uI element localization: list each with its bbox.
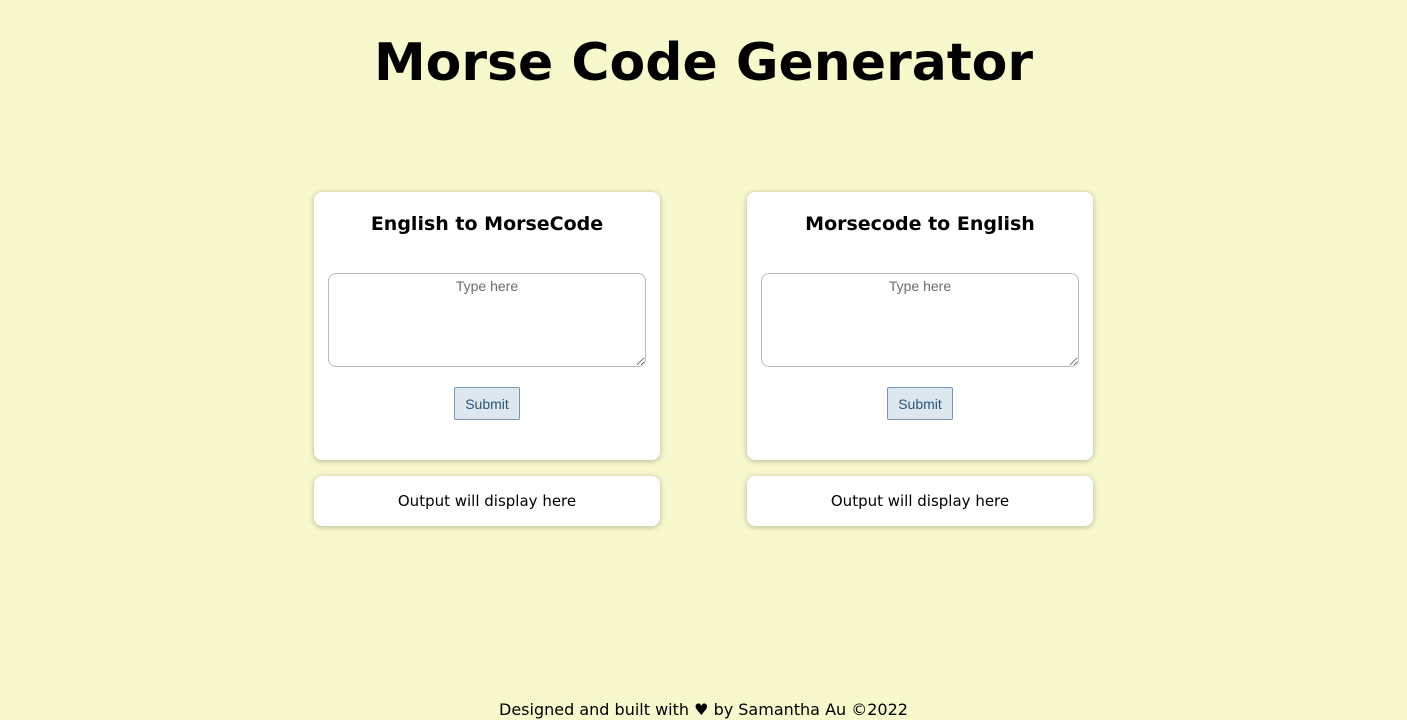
page-title: Morse Code Generator — [373, 33, 1034, 93]
english-to-morse-output: Output will display here — [314, 476, 660, 526]
english-to-morse-card: English to MorseCode Submit — [314, 192, 660, 460]
morse-to-english-title: Morsecode to English — [805, 213, 1035, 235]
footer: Designed and built with ♥ by Samantha Au… — [0, 700, 1407, 720]
heart-icon: ♥ — [694, 700, 709, 719]
morse-submit-button[interactable]: Submit — [887, 387, 953, 420]
english-submit-button[interactable]: Submit — [454, 387, 520, 420]
footer-suffix: by Samantha Au ©2022 — [713, 700, 908, 719]
english-to-morse-output-text: Output will display here — [397, 492, 577, 510]
english-input[interactable] — [328, 273, 646, 367]
morse-to-english-output-text: Output will display here — [830, 492, 1010, 510]
morse-to-english-card: Morsecode to English Submit — [747, 192, 1093, 460]
footer-prefix: Designed and built with — [499, 700, 690, 719]
morse-input[interactable] — [761, 273, 1079, 367]
english-to-morse-title: English to MorseCode — [370, 213, 604, 235]
morse-to-english-output: Output will display here — [747, 476, 1093, 526]
